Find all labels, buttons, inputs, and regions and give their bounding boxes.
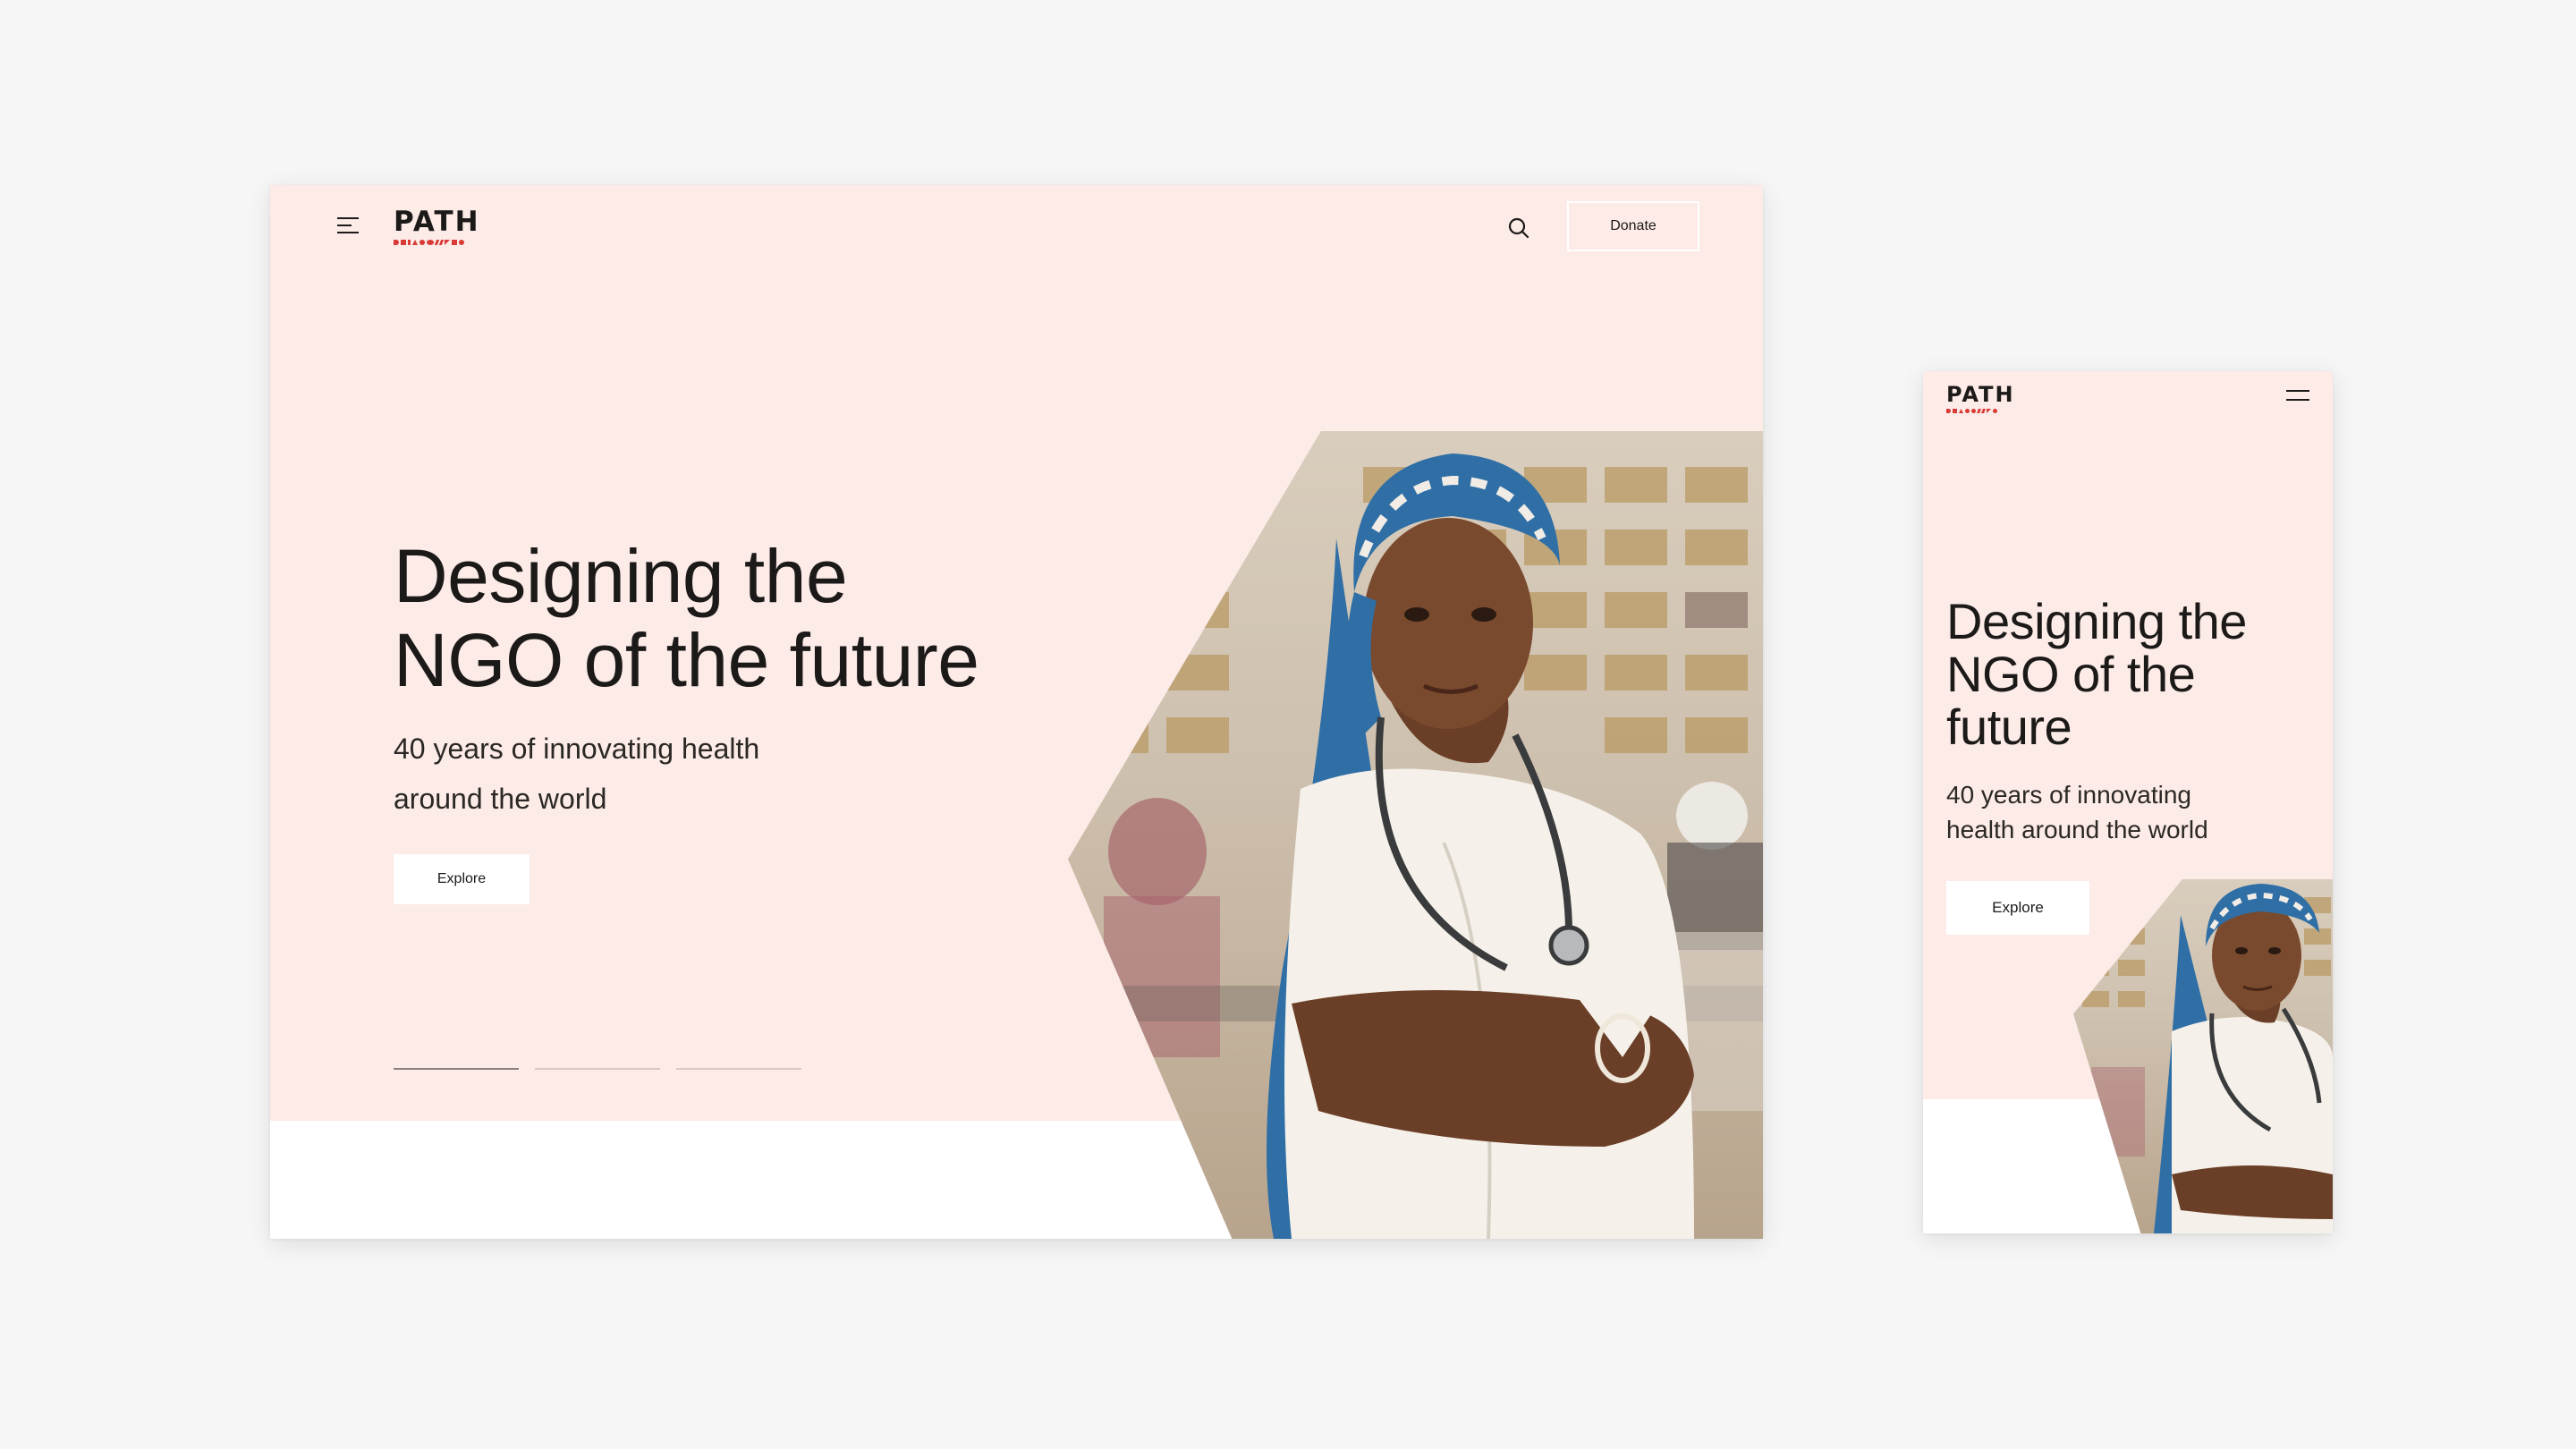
- donate-button[interactable]: Donate: [1567, 201, 1699, 251]
- hero-subtitle-line: around the world: [394, 783, 607, 815]
- logo-wordmark: PATH: [1946, 382, 2015, 407]
- hero-subtitle-line: health around the world: [1946, 816, 2208, 843]
- hero-title-line: NGO of the future: [394, 618, 979, 702]
- logo-wordmark: PATH: [394, 206, 480, 238]
- logo-glyphs: [394, 240, 480, 245]
- slide-indicator-1[interactable]: [394, 1068, 519, 1070]
- hero-title-line: future: [1946, 699, 2072, 755]
- hero-title: Designing the NGO of the future: [1946, 595, 2322, 753]
- slide-indicator-3[interactable]: [676, 1068, 801, 1070]
- hero-subtitle-line: 40 years of innovating: [1946, 781, 2191, 809]
- slide-indicator-2[interactable]: [535, 1068, 660, 1070]
- hero-title: Designing the NGO of the future: [394, 534, 1038, 702]
- logo[interactable]: PATH: [1946, 384, 2015, 413]
- mobile-mockup: PATH Designing the NGO of the future 40 …: [1923, 371, 2333, 1233]
- health-worker-figure: [1267, 453, 1694, 1239]
- hero-title-line: Designing the: [1946, 593, 2247, 649]
- hero-photo: [1068, 431, 1763, 1239]
- hero-subtitle-line: 40 years of innovating health: [394, 733, 760, 765]
- hero-title-line: Designing the: [394, 534, 848, 618]
- desktop-mockup: PATH Donate Designing the NGO of the fut…: [270, 185, 1763, 1239]
- menu-icon[interactable]: [2286, 390, 2309, 401]
- hero-title-line: NGO of the: [1946, 646, 2196, 702]
- explore-button[interactable]: Explore: [1946, 881, 2089, 935]
- explore-button[interactable]: Explore: [394, 854, 530, 904]
- menu-icon[interactable]: [337, 217, 360, 233]
- search-icon[interactable]: [1506, 216, 1531, 241]
- logo[interactable]: PATH: [394, 208, 480, 245]
- hero-subtitle: 40 years of innovating health around the…: [394, 724, 823, 824]
- logo-glyphs: [1946, 409, 2015, 413]
- slide-progress: [394, 1068, 801, 1070]
- hero-subtitle: 40 years of innovating health around the…: [1946, 777, 2304, 847]
